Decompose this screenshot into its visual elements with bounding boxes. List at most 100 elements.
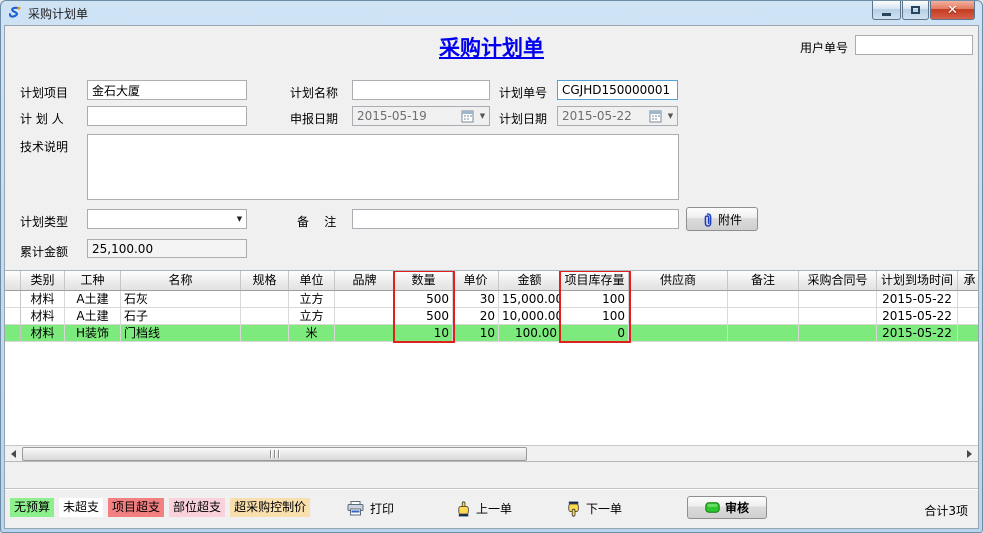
column-header[interactable]: 计划到场时间 (877, 271, 958, 290)
table-cell[interactable] (241, 308, 289, 324)
table-cell[interactable]: 10 (395, 325, 453, 341)
approve-icon (705, 502, 720, 513)
table-cell[interactable]: 立方 (289, 308, 335, 324)
printer-icon (347, 501, 364, 516)
plan-no-input[interactable] (557, 80, 678, 100)
planner-label: 计 划 人 (20, 110, 64, 127)
table-cell[interactable]: 石子 (121, 308, 241, 324)
next-record-label: 下一单 (586, 500, 622, 517)
table-cell[interactable] (728, 291, 799, 307)
close-button[interactable]: ✕ (930, 1, 975, 20)
table-cell[interactable] (629, 325, 728, 341)
thumb-grip-icon (270, 450, 272, 458)
column-header[interactable]: 采购合同号 (799, 271, 877, 290)
column-header[interactable]: 品牌 (335, 271, 395, 290)
maximize-icon (911, 6, 920, 14)
minimize-button[interactable] (872, 1, 901, 20)
status-legend: 无预算未超支项目超支部位超支超采购控制价 (10, 498, 310, 517)
previous-record-label: 上一单 (476, 500, 512, 517)
table-cell[interactable] (958, 291, 978, 307)
scrollbar-thumb[interactable] (22, 447, 527, 461)
previous-record-button[interactable]: 上一单 (457, 500, 512, 517)
table-cell[interactable] (335, 325, 395, 341)
column-header[interactable]: 金额 (499, 271, 561, 290)
table-cell[interactable]: 材料 (21, 291, 65, 307)
column-header[interactable]: 供应商 (629, 271, 728, 290)
table-cell[interactable]: 2015-05-22 (877, 308, 958, 324)
table-cell[interactable]: 立方 (289, 291, 335, 307)
maximize-button[interactable] (902, 1, 929, 20)
table-row[interactable]: 材料H装饰门档线米1010100.0002015-05-22 (5, 325, 978, 342)
record-count: 合计3项 (924, 502, 968, 519)
approve-button[interactable]: 审核 (687, 496, 767, 519)
horizontal-scrollbar[interactable] (5, 445, 978, 462)
table-cell[interactable]: 100 (561, 291, 629, 307)
planner-input[interactable] (87, 106, 247, 126)
tech-note-textarea[interactable] (87, 134, 679, 200)
table-cell[interactable]: 30 (453, 291, 499, 307)
column-header[interactable]: 项目库存量 (561, 271, 629, 290)
column-header[interactable]: 工种 (65, 271, 121, 290)
print-button[interactable]: 打印 (347, 500, 394, 517)
table-cell[interactable] (958, 308, 978, 324)
table-cell[interactable] (335, 308, 395, 324)
table-cell[interactable] (629, 308, 728, 324)
table-cell[interactable]: 石灰 (121, 291, 241, 307)
table-cell[interactable] (241, 291, 289, 307)
row-indicator[interactable] (5, 291, 21, 307)
table-cell[interactable]: 材料 (21, 325, 65, 341)
column-header[interactable]: 规格 (241, 271, 289, 290)
table-cell[interactable]: A土建 (65, 291, 121, 307)
row-indicator[interactable] (5, 325, 21, 341)
table-cell[interactable]: 20 (453, 308, 499, 324)
table-cell[interactable]: 0 (561, 325, 629, 341)
table-cell[interactable]: 500 (395, 308, 453, 324)
declare-date-picker[interactable]: 2015-05-19 ▼ (352, 106, 490, 126)
plan-date-picker[interactable]: 2015-05-22 ▼ (557, 106, 678, 126)
table-cell[interactable]: H装饰 (65, 325, 121, 341)
table-cell[interactable]: 米 (289, 325, 335, 341)
column-header[interactable]: 承 (958, 271, 978, 290)
column-header[interactable]: 名称 (121, 271, 241, 290)
table-row[interactable]: 材料A土建石子 立方 5002010,000.00100 2015-05-22 (5, 308, 978, 325)
table-cell[interactable]: 100.00 (499, 325, 561, 341)
row-indicator[interactable] (5, 308, 21, 324)
status-badge: 未超支 (59, 498, 103, 517)
table-cell[interactable]: 材料 (21, 308, 65, 324)
scroll-right-button[interactable] (961, 446, 978, 462)
total-amount-field (87, 239, 247, 258)
table-cell[interactable] (728, 325, 799, 341)
table-cell[interactable] (799, 308, 877, 324)
attachment-button[interactable]: 附件 (686, 207, 758, 231)
column-header[interactable]: 数量 (395, 271, 453, 290)
thumb-grip-icon (278, 450, 280, 458)
column-header[interactable]: 单位 (289, 271, 335, 290)
table-cell[interactable] (728, 308, 799, 324)
user-no-input[interactable] (855, 35, 973, 55)
table-cell[interactable] (335, 291, 395, 307)
next-record-button[interactable]: 下一单 (567, 500, 622, 517)
table-cell[interactable]: 10 (453, 325, 499, 341)
column-header[interactable]: 类别 (21, 271, 65, 290)
table-cell[interactable]: 2015-05-22 (877, 291, 958, 307)
scroll-left-button[interactable] (5, 446, 22, 462)
table-cell[interactable]: 15,000.00 (499, 291, 561, 307)
plan-project-input[interactable] (87, 80, 247, 100)
column-header[interactable]: 单价 (453, 271, 499, 290)
table-cell[interactable] (799, 291, 877, 307)
table-row[interactable]: 材料A土建石灰 立方 5003015,000.00100 2015-05-22 (5, 291, 978, 308)
table-cell[interactable]: 10,000.00 (499, 308, 561, 324)
plan-name-input[interactable] (352, 80, 490, 100)
table-cell[interactable]: 500 (395, 291, 453, 307)
table-cell[interactable] (958, 325, 978, 341)
plan-type-select[interactable]: ▼ (87, 209, 247, 229)
column-header[interactable]: 备注 (728, 271, 799, 290)
table-cell[interactable]: A土建 (65, 308, 121, 324)
table-cell[interactable]: 2015-05-22 (877, 325, 958, 341)
table-cell[interactable] (241, 325, 289, 341)
table-cell[interactable] (629, 291, 728, 307)
remark-input[interactable] (352, 209, 679, 229)
table-cell[interactable]: 门档线 (121, 325, 241, 341)
table-cell[interactable] (799, 325, 877, 341)
table-cell[interactable]: 100 (561, 308, 629, 324)
